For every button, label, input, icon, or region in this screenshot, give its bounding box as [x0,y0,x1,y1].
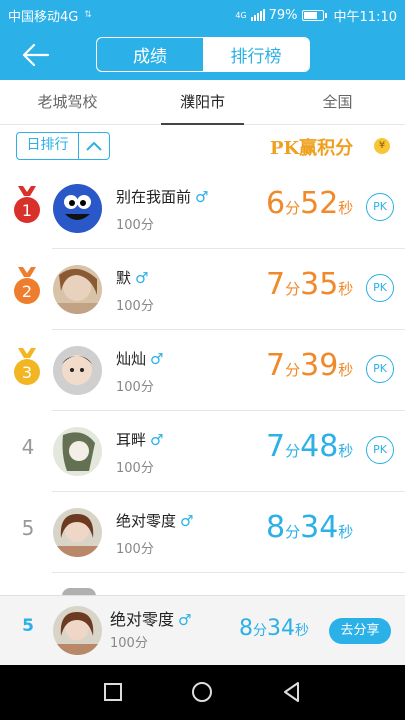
list-item[interactable]: 1 别在我面前 ♂ 100分 6分52秒 PK [0,168,405,249]
male-icon: ♂ [180,512,194,530]
tab-national[interactable]: 全国 [270,80,405,124]
share-button[interactable]: 去分享 [329,618,391,644]
network-4g-icon: 4G [235,10,247,20]
tab-scores[interactable]: 成绩 [97,38,203,71]
arrow-left-icon[interactable] [20,42,50,68]
my-finish-time: 8分34秒 [239,616,309,641]
divider [52,572,405,573]
pk-banner-text: PK赢积分 [270,138,354,159]
status-bar: 中国移动4G ⇅ 4G 79% 中午11:10 [0,0,405,30]
my-ranking-row: 5 绝对零度 ♂ 100分 8分34秒 去分享 [0,595,405,665]
user-name-text: 绝对零度 [116,512,177,530]
user-name-text: 别在我面前 [116,188,192,206]
finish-time: 8分34秒 [266,510,354,545]
user-score: 100分 [116,380,154,395]
pk-button[interactable]: PK [366,355,394,383]
tab-ranking[interactable]: 排行榜 [203,38,309,71]
rank-number: 1 [22,201,32,220]
square-icon[interactable] [101,680,125,704]
app-header: 成绩 排行榜 [0,30,405,80]
list-item[interactable]: 3 灿灿 ♂ 100分 7分39秒 PK [0,330,405,411]
region-tabs: 老城驾校 濮阳市 全国 [0,80,405,125]
carrier-label: 中国移动4G [8,9,79,25]
user-score: 100分 [116,461,154,476]
my-name-text: 绝对零度 [110,610,175,629]
user-score: 100分 [116,218,154,233]
avatar[interactable] [53,427,102,476]
triangle-back-icon[interactable] [280,680,304,704]
user-score: 100分 [116,542,154,557]
list-item[interactable]: 5 绝对零度 ♂ 100分 8分34秒 [0,492,405,573]
rank-number: 3 [22,363,32,382]
signal-icon [250,9,265,21]
list-item[interactable]: 4 耳畔 ♂ 100分 7分48秒 PK [0,411,405,492]
user-name: 默 ♂ [116,267,148,288]
user-name: 耳畔 ♂ [116,429,163,450]
finish-time: 7分48秒 [266,429,354,464]
battery-fill [303,11,317,19]
male-icon: ♂ [195,188,209,206]
rank-number: 5 [21,516,35,540]
user-name: 灿灿 ♂ [116,348,163,369]
daily-ranking-label: 日排行 [17,133,79,159]
gold-medal-icon: 1 [14,186,40,223]
male-icon: ♂ [150,431,164,449]
finish-time: 7分39秒 [266,348,354,383]
daily-ranking-dropdown[interactable]: 日排行 [16,132,110,160]
pk-button[interactable]: PK [366,193,394,221]
system-nav-bar [0,665,405,720]
my-name: 绝对零度 ♂ [110,606,191,630]
battery-percent: 79% [268,7,298,23]
pk-win-points-banner[interactable]: PK赢积分 ¥ [270,134,392,160]
clock: 中午11:10 [333,9,397,25]
rank-number: 4 [21,435,35,459]
user-score: 100分 [116,299,154,314]
avatar[interactable] [53,346,102,395]
sort-bar: 日排行 PK赢积分 ¥ [0,125,405,170]
pk-button[interactable]: PK [366,274,394,302]
list-item[interactable]: 2 默 ♂ 100分 7分35秒 PK [0,249,405,330]
my-score: 100分 [110,636,148,651]
user-name-text: 耳畔 [116,431,147,449]
status-right: 4G 79% 中午11:10 [235,6,397,25]
data-activity-icon: ⇅ [84,10,92,20]
avatar[interactable] [53,184,102,233]
male-icon: ♂ [150,350,164,368]
silver-medal-icon: 2 [14,267,40,304]
finish-time: 7分35秒 [266,267,354,302]
user-name: 别在我面前 ♂ [116,186,208,207]
circle-icon[interactable] [190,680,214,704]
male-icon: ♂ [135,269,149,287]
male-icon: ♂ [178,611,192,629]
user-name-text: 默 [116,269,132,287]
pk-button[interactable]: PK [366,436,394,464]
rank-number: 2 [22,282,32,301]
avatar[interactable] [53,265,102,314]
my-rank-number: 5 [22,616,34,636]
tab-school[interactable]: 老城驾校 [0,80,135,124]
chevron-up-icon [79,133,109,159]
avatar[interactable] [53,508,102,557]
my-avatar[interactable] [53,606,102,655]
user-name: 绝对零度 ♂ [116,510,193,531]
segmented-control: 成绩 排行榜 [96,37,310,72]
tab-city[interactable]: 濮阳市 [135,80,270,125]
battery-icon [301,9,327,21]
coin-icon: ¥ [374,138,390,154]
finish-time: 6分52秒 [266,186,354,221]
bronze-medal-icon: 3 [14,348,40,385]
user-name-text: 灿灿 [116,350,147,368]
